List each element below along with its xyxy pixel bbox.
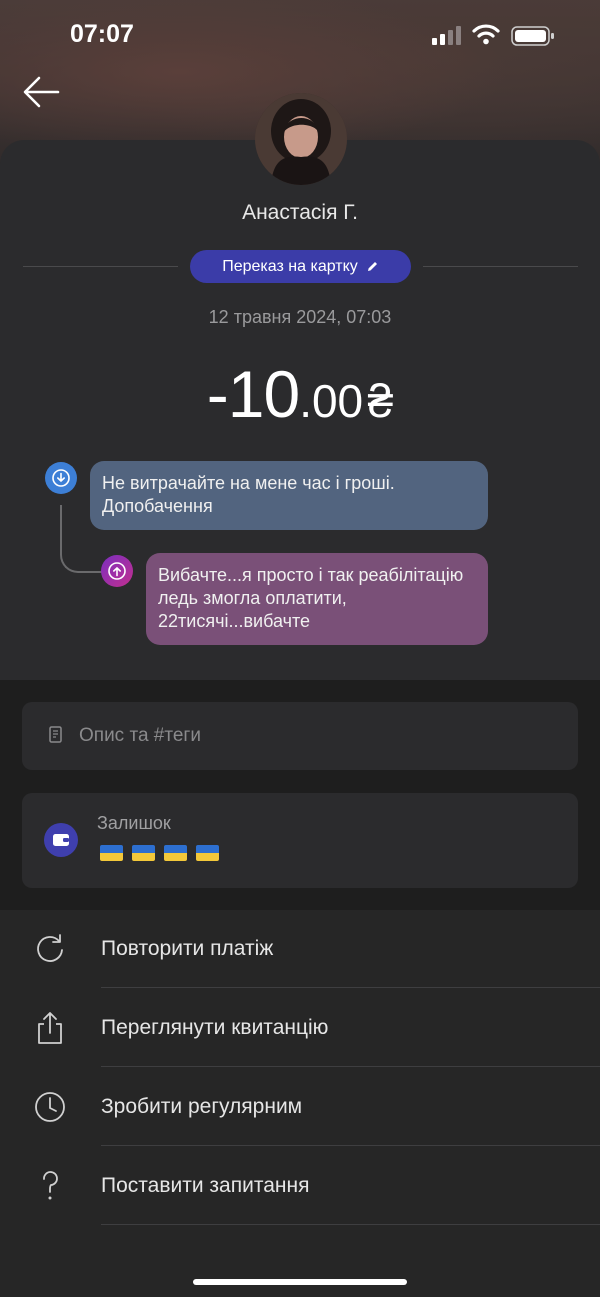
action-divider (101, 1066, 600, 1067)
amount-decimal: .00 (299, 375, 364, 427)
avatar-photo (255, 93, 347, 185)
balance-panel: Залишок (22, 793, 578, 888)
pencil-icon (367, 262, 377, 271)
balance-label: Залишок (97, 813, 171, 833)
actions-list: Повторити платіж Переглянути квитанцію З… (0, 910, 600, 1297)
battery-icon (511, 26, 554, 46)
action-make-recurring[interactable]: Зробити регулярним (0, 1068, 600, 1146)
message-bubble-incoming[interactable]: Не витрачайте на мене час і гроші. Допоб… (90, 461, 488, 530)
ukraine-flag-icon (100, 845, 123, 861)
action-repeat-payment[interactable]: Повторити платіж (0, 910, 600, 988)
status-time: 07:07 (70, 20, 134, 48)
ukraine-flag-icon (132, 845, 155, 861)
wallet-icon (44, 823, 78, 857)
question-icon (43, 1171, 58, 1200)
currency-symbol: ₴ (367, 375, 394, 427)
note-icon (49, 726, 62, 743)
action-label: Зробити регулярним (101, 1095, 303, 1118)
action-view-receipt[interactable]: Переглянути квитанцію (0, 989, 600, 1067)
transaction-date: 12 травня 2024, 07:03 (208, 307, 392, 327)
divider-right (423, 266, 578, 267)
category-pill-button[interactable]: Переказ на картку (190, 250, 411, 283)
outgoing-message-icon (101, 555, 133, 587)
transaction-amount: -10.00 ₴ (0, 356, 600, 432)
action-divider (101, 1224, 600, 1225)
share-icon (38, 1012, 62, 1044)
action-label: Переглянути квитанцію (101, 1016, 329, 1039)
action-divider (101, 987, 600, 988)
ukraine-flag-icon (164, 845, 187, 861)
back-arrow-icon[interactable] (22, 74, 62, 110)
incoming-message-icon (45, 462, 77, 494)
status-bar: 07:07 (0, 0, 600, 70)
wifi-icon (472, 24, 500, 45)
repeat-icon (37, 934, 63, 962)
contact-name: Анастасія Г. (242, 201, 358, 224)
message-bubble-outgoing[interactable]: Вибачте...я просто і так реабілітацію ле… (146, 553, 488, 645)
action-ask-question[interactable]: Поставити запитання (0, 1147, 600, 1225)
amount-integer: -10 (206, 357, 300, 431)
balance-hidden-flags (100, 845, 219, 861)
description-placeholder: Опис та #теги (79, 725, 201, 746)
category-label: Переказ на картку (222, 257, 358, 275)
home-indicator[interactable] (193, 1279, 407, 1285)
description-tags-field[interactable]: Опис та #теги (22, 702, 578, 770)
divider-left (23, 266, 178, 267)
action-divider (101, 1145, 600, 1146)
action-label: Поставити запитання (101, 1174, 310, 1197)
clock-icon (35, 1092, 65, 1122)
ukraine-flag-icon (196, 845, 219, 861)
contact-avatar[interactable] (255, 93, 347, 185)
cellular-signal-icon (432, 26, 461, 45)
action-label: Повторити платіж (101, 937, 274, 960)
